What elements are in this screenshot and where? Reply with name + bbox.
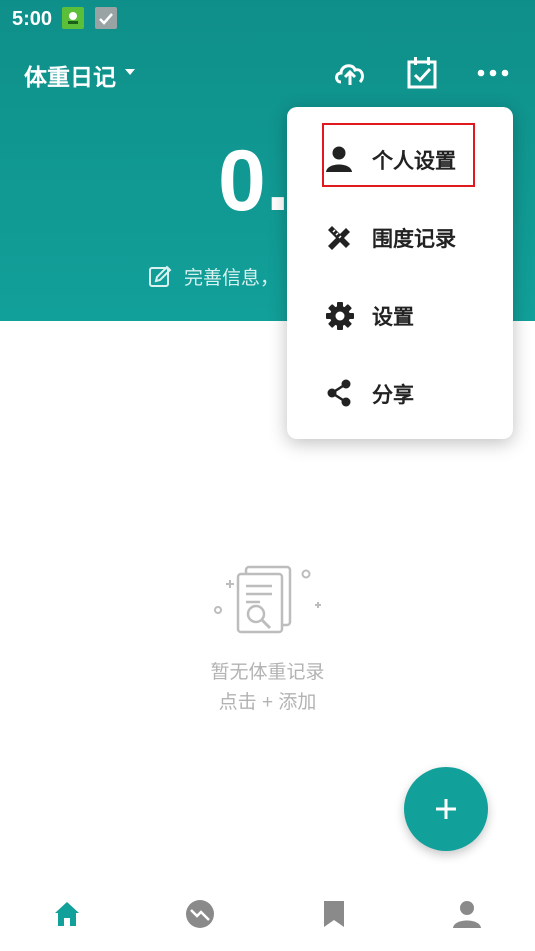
- check-notification-icon: [95, 7, 117, 29]
- empty-state-subtitle: 点击 + 添加: [218, 692, 317, 713]
- menu-item-label: 个人设置: [372, 150, 456, 173]
- bookmark-icon: [324, 901, 344, 927]
- more-horizontal-icon[interactable]: [475, 55, 511, 91]
- nav-bookmark[interactable]: [267, 885, 400, 945]
- trend-icon: [186, 900, 214, 928]
- edit-icon: [149, 265, 172, 287]
- menu-item-label: 围度记录: [372, 228, 456, 251]
- menu-item-settings[interactable]: 设置: [287, 279, 513, 349]
- app-bar: 体重日记: [0, 45, 535, 101]
- menu-item-personal-settings[interactable]: 个人设置: [287, 123, 513, 193]
- nav-home[interactable]: [0, 885, 133, 945]
- hint-text: 完善信息，: [184, 268, 280, 289]
- status-time: 5:00: [12, 8, 53, 30]
- menu-item-girth-record[interactable]: 围度记录: [287, 201, 513, 271]
- menu-item-label: 设置: [372, 306, 414, 329]
- status-bar: 5:00: [0, 0, 535, 38]
- profile-icon: [453, 901, 481, 928]
- nav-trend[interactable]: [133, 885, 266, 945]
- share-icon: [327, 379, 351, 407]
- add-record-button[interactable]: [404, 767, 488, 851]
- empty-document-icon: [210, 562, 325, 642]
- ruler-pencil-icon: [328, 226, 350, 250]
- chevron-down-icon[interactable]: [125, 69, 135, 75]
- gear-icon: [326, 302, 354, 330]
- app-title[interactable]: 体重日记: [24, 58, 116, 92]
- calendar-check-icon[interactable]: [404, 55, 440, 91]
- bottom-navigation: [0, 885, 535, 951]
- cloud-upload-icon[interactable]: [332, 55, 368, 91]
- empty-state-title: 暂无体重记录: [210, 662, 325, 683]
- menu-item-share[interactable]: 分享: [287, 357, 513, 427]
- person-icon: [326, 146, 352, 172]
- overflow-menu: 个人设置 围度记录 设置 分享: [287, 107, 513, 439]
- app-notification-icon: [62, 7, 84, 29]
- home-icon: [55, 902, 79, 926]
- menu-item-label: 分享: [372, 384, 414, 407]
- plus-icon: [436, 799, 456, 819]
- nav-profile[interactable]: [400, 885, 533, 945]
- current-weight-value: 0.: [218, 133, 290, 229]
